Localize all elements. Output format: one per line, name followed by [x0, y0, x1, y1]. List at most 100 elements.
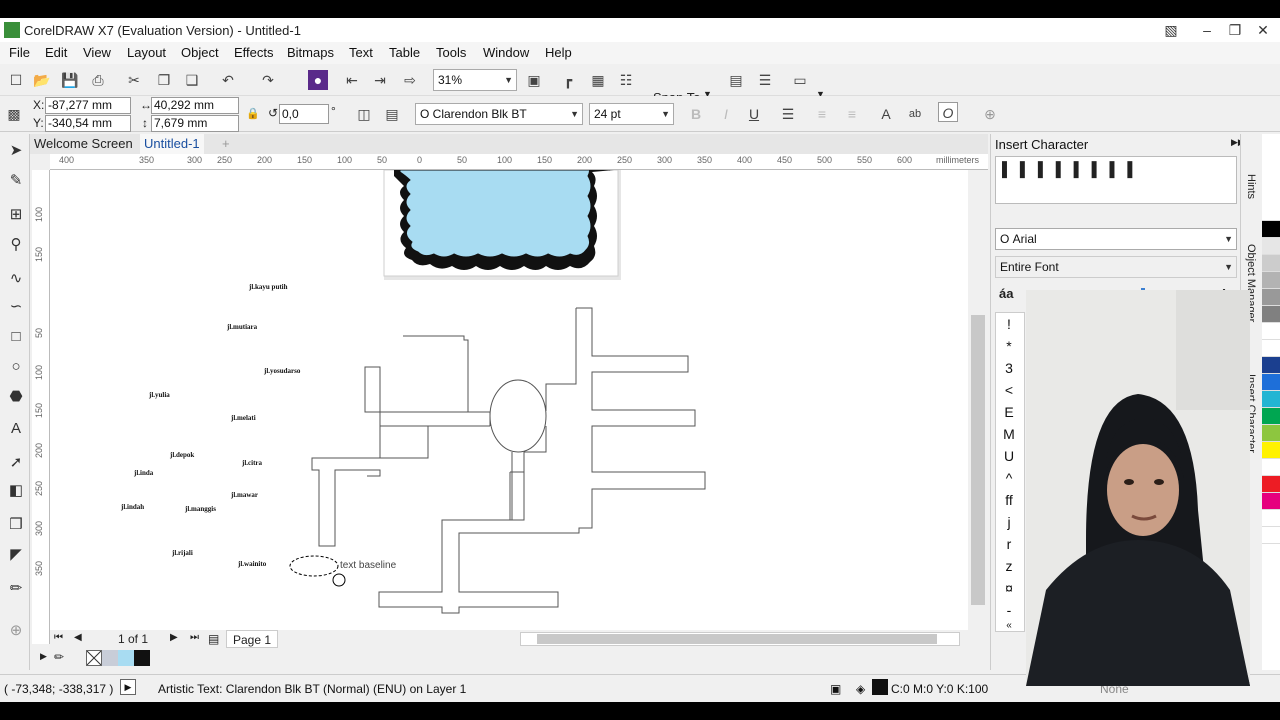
- street-label[interactable]: jl.manggis: [185, 505, 216, 513]
- drop-shadow-icon[interactable]: ❒: [5, 514, 27, 536]
- glyph-cell[interactable]: r: [1001, 536, 1017, 552]
- palette-swatch[interactable]: [1262, 374, 1280, 391]
- horizontal-ruler[interactable]: 400 350 300 250 200 150 100 50 0 50 100 150 200 250 30…: [50, 154, 988, 170]
- page-1-tab[interactable]: Page 1: [226, 630, 279, 648]
- palette-swatch[interactable]: [1262, 527, 1280, 544]
- options-icon[interactable]: ▤: [726, 70, 746, 90]
- menu-edit[interactable]: Edit: [45, 45, 67, 60]
- gray-swatch[interactable]: [102, 650, 118, 666]
- text-alignment-icon[interactable]: ☰: [778, 104, 798, 124]
- undo-icon[interactable]: ↶: [218, 70, 238, 90]
- light-blue-swatch[interactable]: [118, 650, 134, 666]
- palette-swatch[interactable]: [1262, 204, 1280, 221]
- add-page-icon[interactable]: ▤: [208, 632, 219, 646]
- menu-tools[interactable]: Tools: [436, 45, 466, 60]
- import-icon[interactable]: ⇤: [342, 70, 362, 90]
- cut-icon[interactable]: ✂: [124, 70, 144, 90]
- pick-tool-icon[interactable]: ➤: [5, 140, 27, 162]
- palette-swatch[interactable]: [1262, 425, 1280, 442]
- street-label[interactable]: jl.citra: [242, 459, 262, 467]
- first-page-icon[interactable]: ⏮: [54, 632, 63, 643]
- zoom-tool-icon[interactable]: ⚲: [5, 234, 27, 256]
- minimize-button[interactable]: –: [1196, 20, 1218, 40]
- glyph-cell[interactable]: z: [1001, 558, 1017, 574]
- maximize-button[interactable]: ❐: [1224, 20, 1246, 40]
- palette-swatch[interactable]: [1262, 408, 1280, 425]
- street-label[interactable]: jl.mutiara: [227, 323, 257, 331]
- zoom-level-combo[interactable]: 31% ▼: [433, 69, 517, 91]
- print-icon[interactable]: ⎙: [88, 70, 108, 90]
- paste-icon[interactable]: ❑: [182, 70, 202, 90]
- bullets-icon[interactable]: ≡: [812, 104, 832, 124]
- tab-welcome-screen[interactable]: Welcome Screen: [30, 134, 137, 154]
- palette-swatch[interactable]: [1262, 238, 1280, 255]
- docker-font-combo[interactable]: Ο Arial ▼: [995, 228, 1237, 250]
- vertical-ruler[interactable]: 100 150 50 100 150 200 250 300 350: [32, 170, 50, 644]
- palette-swatch[interactable]: [1262, 306, 1280, 323]
- bold-icon[interactable]: B: [686, 104, 706, 124]
- glyph-cell[interactable]: <: [1001, 382, 1017, 398]
- new-document-icon[interactable]: ☐: [6, 70, 26, 90]
- palette-swatch[interactable]: [1262, 272, 1280, 289]
- freehand-tool-icon[interactable]: ∿: [5, 268, 27, 290]
- full-screen-preview-icon[interactable]: ▣: [524, 70, 544, 90]
- menu-view[interactable]: View: [83, 45, 111, 60]
- font-size-combo[interactable]: 24 pt ▼: [589, 103, 674, 125]
- menu-help[interactable]: Help: [545, 45, 572, 60]
- palette-swatch[interactable]: [1262, 323, 1280, 340]
- tab-untitled-1[interactable]: Untitled-1: [140, 134, 204, 154]
- text-tool-icon[interactable]: A: [5, 418, 27, 440]
- street-label[interactable]: jl.depok: [170, 451, 194, 459]
- palette-swatch[interactable]: [1262, 357, 1280, 374]
- street-label[interactable]: jl.rijali: [172, 549, 193, 557]
- show-rulers-icon[interactable]: ┏: [558, 70, 578, 90]
- h-scroll-thumb[interactable]: [537, 634, 937, 644]
- show-grid-icon[interactable]: ▦: [588, 70, 608, 90]
- glyph-cell[interactable]: -: [1001, 602, 1017, 618]
- glyph-cell[interactable]: !: [1001, 316, 1017, 332]
- welcome-screen-icon[interactable]: ▭: [790, 70, 810, 90]
- vertical-scrollbar[interactable]: [968, 170, 988, 644]
- palette-swatch[interactable]: [1262, 442, 1280, 459]
- street-label[interactable]: jl.yulia: [149, 391, 170, 399]
- character-subset-combo[interactable]: Entire Font ▼: [995, 256, 1237, 278]
- show-guidelines-icon[interactable]: ☷: [616, 70, 636, 90]
- add-tool-icon[interactable]: ⊕: [5, 620, 27, 642]
- open-icon[interactable]: 📂: [32, 70, 52, 90]
- no-color-swatch[interactable]: [86, 650, 102, 666]
- scroll-thumb[interactable]: [971, 315, 985, 605]
- next-page-icon[interactable]: ▶: [170, 632, 178, 643]
- glyph-cell[interactable]: M: [1001, 426, 1017, 442]
- polygon-tool-icon[interactable]: ⬣: [5, 386, 27, 408]
- street-label[interactable]: jl.melati: [231, 414, 256, 422]
- eyedropper-small-icon[interactable]: ✏: [54, 650, 64, 664]
- horizontal-scrollbar[interactable]: [520, 632, 960, 646]
- lock-ratio-icon[interactable]: 🔒: [246, 107, 260, 120]
- menu-effects[interactable]: Effects: [234, 45, 274, 60]
- palette-swatch[interactable]: [1262, 289, 1280, 306]
- palette-swatch[interactable]: [1262, 493, 1280, 510]
- italic-icon[interactable]: I: [716, 104, 736, 124]
- tab-hints[interactable]: Hints: [1245, 174, 1257, 199]
- connector-tool-icon[interactable]: ◧: [5, 480, 27, 502]
- user-icon[interactable]: ▧: [1160, 20, 1182, 40]
- glyph-cell[interactable]: E: [1001, 404, 1017, 420]
- black-swatch[interactable]: [134, 650, 150, 666]
- last-page-icon[interactable]: ⏭: [190, 632, 199, 643]
- menu-object[interactable]: Object: [181, 45, 219, 60]
- street-label[interactable]: jl.wainito: [238, 560, 266, 568]
- glyph-cell[interactable]: ^: [1001, 470, 1017, 486]
- x-position-field[interactable]: -87,277 mm: [45, 97, 131, 114]
- application-launcher-icon[interactable]: ☰: [755, 70, 775, 90]
- palette-swatch[interactable]: [1262, 391, 1280, 408]
- street-label[interactable]: jl.mawar: [231, 491, 258, 499]
- street-label[interactable]: jl.inda: [134, 469, 153, 477]
- publish-pdf-icon[interactable]: ⇨: [400, 70, 420, 90]
- artistic-media-icon[interactable]: ∽: [5, 296, 27, 318]
- parallel-dimension-icon[interactable]: ➚: [5, 452, 27, 474]
- palette-swatch[interactable]: [1262, 221, 1280, 238]
- text-properties-icon[interactable]: A: [876, 104, 896, 124]
- copy-icon[interactable]: ❐: [154, 70, 174, 90]
- rotation-angle-field[interactable]: 0,0: [279, 104, 329, 124]
- palette-swatch[interactable]: [1262, 340, 1280, 357]
